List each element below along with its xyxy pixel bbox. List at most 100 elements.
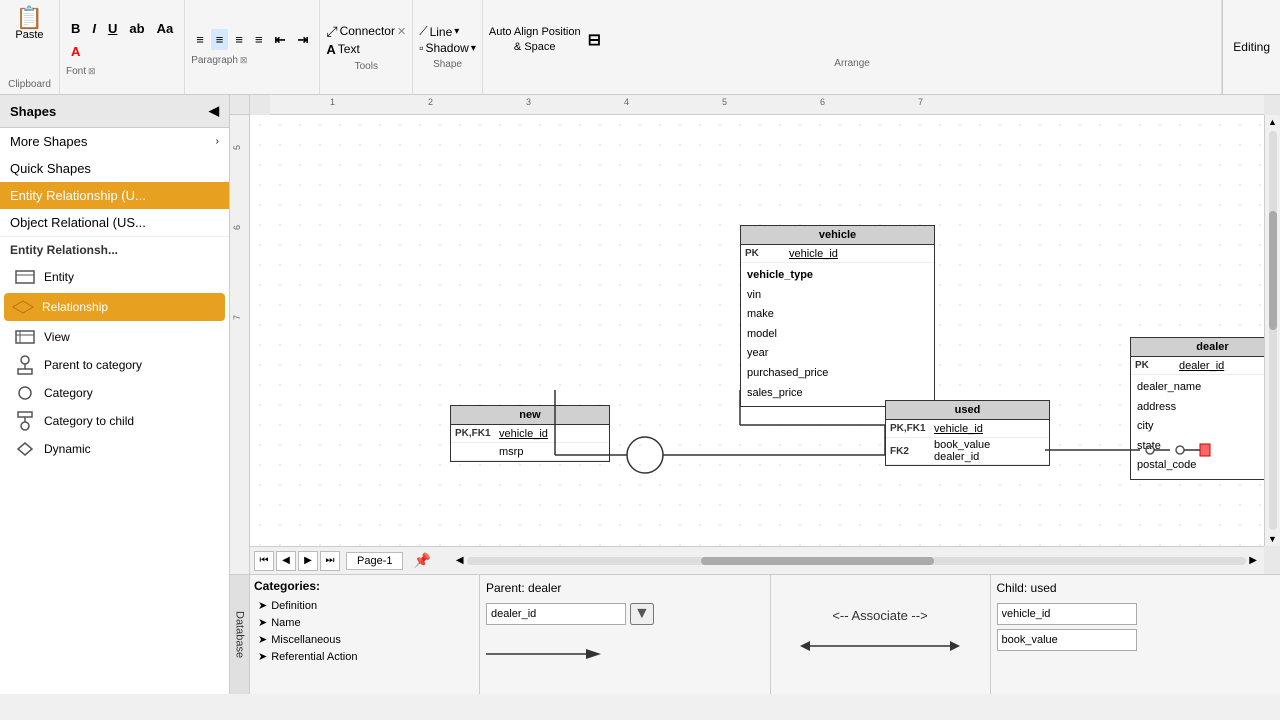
child-field-input-2[interactable] [997, 629, 1137, 651]
font-expand-button[interactable]: ⊠ [88, 66, 96, 77]
dealer-pk-row: PK dealer_id [1131, 357, 1264, 375]
parent-arrow-visual [486, 639, 764, 672]
dealer-pk-field: dealer_id [1179, 360, 1224, 372]
ruler-mark-2: 2 [428, 97, 433, 107]
vehicle-field-model: model [747, 325, 928, 345]
align-left-button[interactable]: ≡ [191, 29, 209, 50]
nav-first-button[interactable]: ⏮ [254, 551, 274, 571]
sidebar-header: Shapes ◀ [0, 95, 229, 128]
tools-section-label: Tools [326, 59, 406, 72]
parent-field-input[interactable] [486, 603, 626, 625]
align-justify-button[interactable]: ≡ [250, 29, 268, 50]
cat-ref-label: Referential Action [271, 651, 357, 663]
used-fk-label: FK2 [890, 446, 930, 457]
arrange-group: Auto Align Position & Space ⊟ Arrange [483, 0, 1222, 94]
text-icon: A [326, 42, 335, 57]
tools-row2: A Text [326, 42, 406, 57]
sidebar-collapse-icon[interactable]: ◀ [209, 103, 219, 119]
entity-dealer[interactable]: dealer PK dealer_id dealer_name address … [1130, 337, 1264, 480]
v-scroll-thumb[interactable] [1269, 211, 1277, 331]
canvas-wrapper[interactable]: 1 2 3 4 5 6 7 5 6 7 ▲ [230, 95, 1280, 574]
sidebar: Shapes ◀ More Shapes › Quick Shapes Enti… [0, 95, 230, 694]
sidebar-shape-category[interactable]: Category [0, 379, 229, 407]
sidebar-item-more-shapes[interactable]: More Shapes › [0, 128, 229, 155]
used-pk-field: vehicle_id [934, 423, 983, 435]
clipboard-group: 📋 Paste Clipboard [0, 0, 60, 94]
line-icon: ⟋ [419, 24, 427, 39]
parent-field-arrow[interactable]: ▼ [630, 603, 654, 625]
align-right-button[interactable]: ≡ [230, 29, 248, 50]
vehicle-pk-label: PK [745, 248, 785, 259]
underline-button[interactable]: U [103, 18, 122, 39]
dealer-address: address [1137, 398, 1264, 418]
indent-decrease-button[interactable]: ⇤ [270, 29, 291, 51]
view-icon [14, 329, 36, 345]
page-tab-1[interactable]: Page-1 [346, 552, 403, 570]
font-color-button[interactable]: A [66, 41, 85, 62]
para-expand-button[interactable]: ⊠ [240, 55, 248, 66]
text-label: Text [338, 42, 360, 56]
v-scroll-up[interactable]: ▲ [1266, 115, 1279, 129]
ruler-mark-5: 5 [722, 97, 727, 107]
child-field-input-1[interactable] [997, 603, 1137, 625]
h-scroll-left[interactable]: ◀ [453, 555, 467, 566]
canvas[interactable]: vehicle PK vehicle_id vehicle_type vin m… [250, 115, 1264, 546]
nav-prev-button[interactable]: ◀ [276, 551, 296, 571]
connector-close[interactable]: ✕ [397, 25, 406, 38]
nav-last-button[interactable]: ⏭ [320, 551, 340, 571]
indent-increase-button[interactable]: ⇥ [292, 29, 313, 51]
sidebar-item-quick-shapes-label: Quick Shapes [10, 161, 91, 176]
arrange-layout-button[interactable]: ⊟ [583, 27, 606, 53]
new-msrp-field: msrp [499, 446, 523, 458]
entity-used[interactable]: used PK,FK1 vehicle_id FK2 book_value de… [885, 400, 1050, 466]
shape-section-label: Shape [419, 57, 476, 70]
v-scrollbar[interactable]: ▲ ▼ [1264, 115, 1280, 546]
h-scroll-track[interactable] [467, 557, 1247, 565]
h-scroll-right[interactable]: ▶ [1246, 555, 1260, 566]
sidebar-shape-relationship[interactable]: Relationship [4, 293, 225, 321]
sidebar-shape-view[interactable]: View [0, 323, 229, 351]
italic-button[interactable]: I [87, 18, 101, 39]
strikethrough-button[interactable]: ab [124, 18, 149, 39]
view-label: View [44, 330, 70, 344]
dynamic-label: Dynamic [44, 442, 91, 456]
new-header: new [451, 406, 609, 425]
vehicle-field-year: year [747, 344, 928, 364]
category-misc[interactable]: ➤ Miscellaneous [254, 631, 475, 648]
dealer-name: dealer_name [1137, 378, 1264, 398]
entity-vehicle[interactable]: vehicle PK vehicle_id vehicle_type vin m… [740, 225, 935, 407]
connector-icon: ⤢ [326, 23, 337, 40]
category-ref-action[interactable]: ➤ Referential Action [254, 648, 475, 665]
nav-next-button[interactable]: ▶ [298, 551, 318, 571]
sidebar-item-entity-relationship[interactable]: Entity Relationship (U... [0, 182, 229, 209]
paste-button[interactable]: 📋 Paste [10, 4, 48, 44]
sidebar-shape-cat-child[interactable]: Category to child [0, 407, 229, 435]
entity-new[interactable]: new PK,FK1 vehicle_id msrp [450, 405, 610, 462]
h-scroll-area[interactable]: ◀ ▶ [453, 555, 1260, 566]
v-scroll-down[interactable]: ▼ [1266, 532, 1279, 546]
category-name[interactable]: ➤ Name [254, 614, 475, 631]
h-scroll-thumb[interactable] [701, 557, 935, 565]
align-center-button[interactable]: ≡ [211, 29, 229, 50]
assoc-arrow-svg [800, 631, 960, 661]
sidebar-shape-entity[interactable]: Entity [0, 263, 229, 291]
vehicle-field-vin: vin [747, 286, 928, 306]
font-size-button[interactable]: Aa [152, 18, 179, 39]
category-definition[interactable]: ➤ Definition [254, 597, 475, 614]
arrange-row: Auto Align Position & Space ⊟ [489, 25, 1215, 54]
shadow-dropdown[interactable]: ▾ [471, 43, 476, 54]
child-panel: Child: used [991, 575, 1280, 694]
new-pk-row: PK,FK1 vehicle_id [451, 425, 609, 443]
line-dropdown[interactable]: ▾ [454, 26, 459, 37]
v-scroll-track[interactable] [1269, 131, 1277, 530]
db-tab[interactable]: Database [230, 575, 250, 694]
sidebar-shape-dynamic[interactable]: Dynamic [0, 435, 229, 463]
bold-button[interactable]: B [66, 18, 85, 39]
sidebar-item-object-relational[interactable]: Object Relational (US... [0, 209, 229, 236]
tools-row: ⤢ Connector ✕ [326, 23, 406, 40]
ruler-mark-1: 1 [330, 97, 335, 107]
dealer-pk-label: PK [1135, 360, 1175, 371]
sidebar-item-quick-shapes[interactable]: Quick Shapes [0, 155, 229, 182]
ruler-v-mark-5: 5 [232, 145, 242, 150]
sidebar-shape-parent-cat[interactable]: Parent to category [0, 351, 229, 379]
